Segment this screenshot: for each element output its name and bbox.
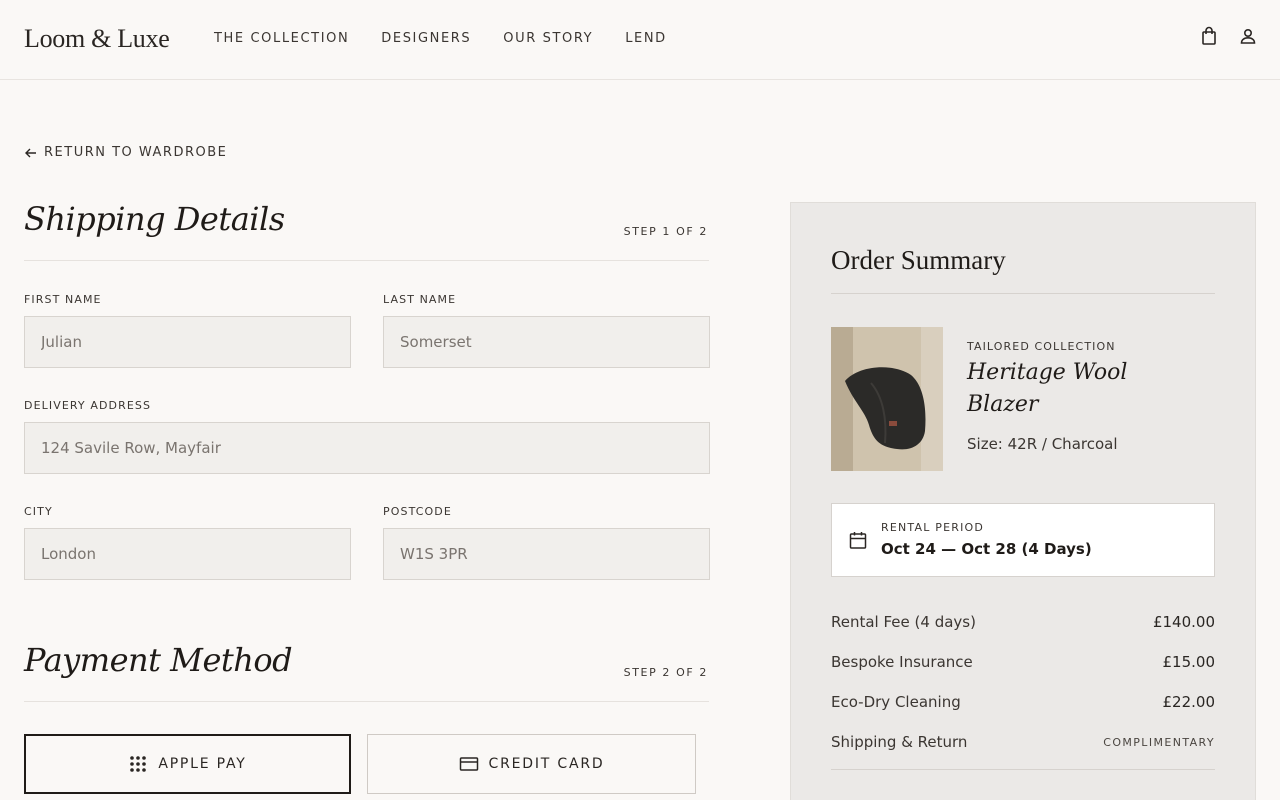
rental-period-box: RENTAL PERIOD Oct 24 — Oct 28 (4 Days) — [831, 503, 1215, 577]
last-name-field[interactable] — [383, 316, 710, 368]
product-size: Size: 42R / Charcoal — [967, 435, 1118, 453]
nav-item-designers[interactable]: DESIGNERS — [381, 31, 471, 46]
shipping-title: Shipping Details — [24, 200, 285, 238]
summary-divider — [831, 293, 1215, 294]
return-link-label: RETURN TO WARDROBE — [44, 145, 228, 160]
shipping-step: STEP 1 OF 2 — [623, 225, 708, 238]
order-summary-panel: Order Summary TAILORED COLLECTION Herita… — [790, 202, 1256, 800]
line-item-label: Bespoke Insurance — [831, 653, 973, 671]
first-name-label: FIRST NAME — [24, 293, 102, 306]
payment-title: Payment Method — [24, 641, 293, 679]
dots-grid-icon — [130, 756, 147, 772]
last-name-label: LAST NAME — [383, 293, 457, 306]
line-item-amount: £15.00 — [1162, 653, 1216, 671]
apple-pay-label: APPLE PAY — [158, 756, 247, 772]
first-name-field[interactable] — [24, 316, 351, 368]
product-name: Heritage Wool Blazer — [967, 360, 1128, 417]
site-header: Loom & Luxe THE COLLECTION DESIGNERS OUR… — [0, 0, 1280, 80]
apple-pay-button[interactable]: APPLE PAY — [24, 734, 351, 794]
nav-item-our-story[interactable]: OUR STORY — [503, 31, 593, 46]
brand-logo[interactable]: Loom & Luxe — [24, 24, 170, 54]
nav-item-lend[interactable]: LEND — [625, 31, 667, 46]
arrow-left-icon — [25, 148, 36, 157]
rental-period-dates: Oct 24 — Oct 28 (4 Days) — [881, 540, 1092, 558]
rental-period-label: RENTAL PERIOD — [881, 521, 985, 534]
credit-card-icon — [459, 757, 478, 771]
line-item: Eco-Dry Cleaning £22.00 — [831, 693, 1215, 711]
postcode-field[interactable] — [383, 528, 710, 580]
city-field[interactable] — [24, 528, 351, 580]
line-item-amount: £140.00 — [1152, 613, 1215, 631]
product-collection: TAILORED COLLECTION — [967, 340, 1116, 353]
line-item: Shipping & Return COMPLIMENTARY — [831, 733, 1215, 751]
order-summary-title: Order Summary — [831, 245, 1006, 275]
user-icon[interactable] — [1238, 26, 1258, 46]
city-label: CITY — [24, 505, 53, 518]
credit-card-label: CREDIT CARD — [488, 756, 605, 772]
shipping-divider — [24, 260, 709, 261]
line-item-amount: £22.00 — [1162, 693, 1216, 711]
shopping-bag-icon[interactable] — [1199, 26, 1219, 46]
line-item-label: Rental Fee (4 days) — [831, 613, 976, 631]
line-item: Bespoke Insurance £15.00 — [831, 653, 1215, 671]
line-item-label: Shipping & Return — [831, 733, 968, 751]
postcode-label: POSTCODE — [383, 505, 452, 518]
address-field[interactable] — [24, 422, 710, 474]
calendar-icon — [849, 532, 867, 549]
nav-item-collection[interactable]: THE COLLECTION — [214, 31, 349, 46]
main-nav: THE COLLECTION DESIGNERS OUR STORY LEND — [214, 31, 699, 46]
payment-divider — [24, 701, 709, 702]
credit-card-button[interactable]: CREDIT CARD — [367, 734, 696, 794]
return-to-wardrobe-link[interactable]: RETURN TO WARDROBE — [24, 145, 227, 160]
product-image — [831, 327, 943, 471]
payment-step: STEP 2 OF 2 — [623, 666, 708, 679]
address-label: DELIVERY ADDRESS — [24, 399, 152, 412]
line-item: Rental Fee (4 days) £140.00 — [831, 613, 1215, 631]
line-item-amount: COMPLIMENTARY — [1103, 736, 1215, 749]
line-item-label: Eco-Dry Cleaning — [831, 693, 961, 711]
summary-bottom-divider — [831, 769, 1215, 770]
